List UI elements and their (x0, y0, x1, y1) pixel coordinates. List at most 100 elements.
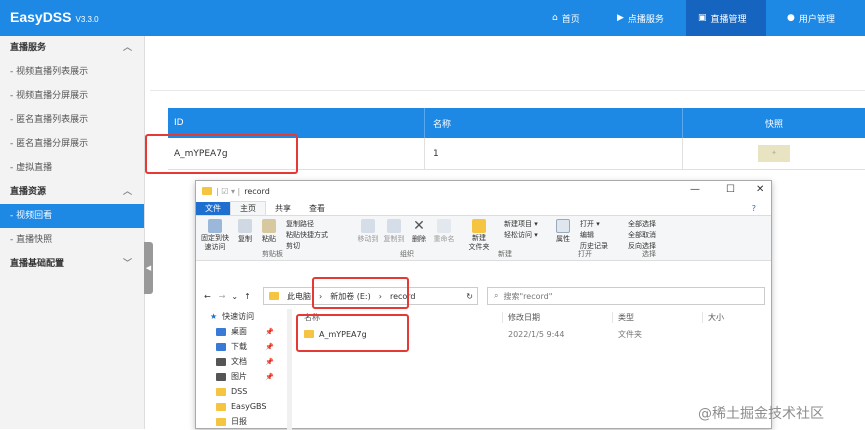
easy-access-button[interactable]: 轻松访问 ▾ (504, 230, 538, 240)
select-none-button[interactable]: 全部取消 (628, 230, 656, 240)
properties-button[interactable]: 属性 (552, 219, 574, 244)
group-new: 新建 (498, 250, 512, 258)
breadcrumb-this-pc[interactable]: 此电脑 (287, 291, 311, 302)
cut-button[interactable]: 剪切 (286, 241, 300, 251)
folder-icon (216, 387, 226, 396)
search-icon: ⌕ (494, 291, 499, 300)
delete-button[interactable]: ✕ 删除 (410, 219, 428, 244)
col-snapshot: 快照 (682, 108, 865, 138)
nav-vod-service[interactable]: ▶ 点播服务 (605, 0, 676, 36)
sidebar-collapse-handle[interactable]: ◀ (144, 242, 153, 294)
new-folder-button[interactable]: 新建 文件夹 (466, 219, 492, 252)
app-version: V3.3.0 (75, 15, 99, 24)
back-icon[interactable]: ← (204, 292, 211, 301)
sidebar-item-live-snapshot[interactable]: - 直播快照 (0, 228, 144, 252)
file-type: 文件夹 (618, 329, 642, 339)
folder-icon (202, 187, 212, 195)
nav-user-management[interactable]: ● 用户管理 (775, 0, 847, 36)
pin-icon: 📌 (265, 342, 274, 351)
pin-quick-access-button[interactable]: 固定到快 速访问 (200, 219, 230, 252)
sidebar-item-virtual-live[interactable]: - 虚拟直播 (0, 156, 144, 180)
nav-desktop[interactable]: 桌面 📌 (196, 324, 286, 339)
sidebar-item-video-playback[interactable]: - 视频回看 (0, 204, 144, 228)
sidebar-section-live-resource[interactable]: 直播资源 ︿ (0, 180, 144, 204)
delete-icon: ✕ (413, 218, 425, 234)
app-logo[interactable]: EasyDSS V3.3.0 (10, 9, 99, 25)
user-icon: ● (787, 13, 795, 23)
open-button[interactable]: 打开 ▾ (580, 219, 600, 229)
group-select: 选择 (642, 250, 656, 258)
col-type-header[interactable]: 类型 (612, 311, 702, 323)
up-icon[interactable]: ↑ (244, 292, 251, 301)
nav-easygbs[interactable]: EasyGBS (196, 399, 286, 414)
forward-icon[interactable]: → (219, 292, 226, 301)
desktop-icon (216, 327, 226, 336)
refresh-icon[interactable]: ↻ (466, 292, 473, 301)
nav-live-management[interactable]: ▣ 直播管理 (686, 0, 766, 36)
chevron-down-icon: ﹀ (122, 259, 132, 269)
col-name: 名称 (424, 108, 682, 138)
col-id: ID (174, 118, 184, 128)
download-icon (216, 342, 226, 351)
nav-documents[interactable]: 文档 📌 (196, 354, 286, 369)
chevron-up-icon: ︿ (122, 187, 132, 197)
rename-icon (437, 219, 451, 233)
pin-icon: 📌 (265, 372, 274, 381)
edit-button[interactable]: 编辑 (580, 230, 594, 240)
navigation-pane: ★ 快速访问 桌面 📌 下载 📌 文档 📌 图片 📌 DSS EasyGBS 日报 (196, 309, 286, 430)
paste-shortcut-button[interactable]: 粘贴快捷方式 (286, 230, 328, 240)
ribbon: 固定到快 速访问 复制 粘贴 复制路径 粘贴快捷方式 剪切 移动到 复制到 ✕ 删… (196, 215, 771, 261)
copy-icon (238, 219, 252, 233)
nav-home[interactable]: ⌂ 首页 (540, 0, 592, 36)
copy-to-button[interactable]: 复制到 (382, 219, 406, 244)
snapshot-thumbnail[interactable]: ✦ (758, 145, 790, 162)
tab-file[interactable]: 文件 (196, 201, 230, 215)
group-clipboard: 剪贴板 (262, 250, 283, 258)
nav-downloads[interactable]: 下载 📌 (196, 339, 286, 354)
copy-button[interactable]: 复制 (234, 219, 256, 244)
cell-snapshot[interactable]: ✦ (682, 138, 865, 169)
pin-icon (208, 219, 222, 233)
help-icon[interactable]: ? (743, 203, 765, 214)
rename-button[interactable]: 重命名 (432, 219, 456, 244)
close-icon[interactable]: ✕ (756, 184, 764, 195)
picture-icon (216, 372, 226, 381)
explorer-titlebar: | ☑ ▾ | record (196, 181, 771, 201)
select-all-button[interactable]: 全部选择 (628, 219, 656, 229)
copy-to-icon (387, 219, 401, 233)
col-date-header[interactable]: 修改日期 (502, 311, 612, 323)
paste-button[interactable]: 粘贴 (258, 219, 280, 244)
new-item-button[interactable]: 新建项目 ▾ (504, 219, 538, 229)
search-input[interactable]: ⌕ 搜索"record" (487, 287, 765, 305)
copy-path-button[interactable]: 复制路径 (286, 219, 314, 229)
sidebar: 直播服务 ︿ - 视频直播列表展示 - 视频直播分屏展示 - 匿名直播列表展示 -… (0, 36, 145, 429)
sidebar-item-anon-live-split[interactable]: - 匿名直播分屏展示 (0, 132, 144, 156)
folder-icon (269, 292, 279, 300)
nav-daily-report[interactable]: 日报 (196, 414, 286, 429)
sidebar-section-live-service[interactable]: 直播服务 ︿ (0, 36, 144, 60)
recent-chevron-icon[interactable]: ⌄ (231, 292, 238, 301)
highlight-box (296, 314, 409, 352)
chevron-up-icon: ︿ (122, 43, 132, 53)
nav-dss[interactable]: DSS (196, 384, 286, 399)
tab-view[interactable]: 查看 (300, 202, 334, 215)
watermark: @稀土掘金技术社区 (698, 406, 824, 422)
tab-share[interactable]: 共享 (266, 202, 300, 215)
move-to-button[interactable]: 移动到 (356, 219, 380, 244)
group-open: 打开 (578, 250, 592, 258)
properties-icon (556, 219, 570, 233)
sidebar-item-anon-live-list[interactable]: - 匿名直播列表展示 (0, 108, 144, 132)
col-size-header[interactable]: 大小 (702, 311, 762, 323)
folder-icon (216, 417, 226, 426)
minimize-icon[interactable]: — (690, 184, 700, 195)
sidebar-item-video-live-split[interactable]: - 视频直播分屏展示 (0, 84, 144, 108)
sidebar-section-live-config[interactable]: 直播基础配置 ﹀ (0, 252, 144, 276)
pin-icon: 📌 (265, 327, 274, 336)
sidebar-item-video-live-list[interactable]: - 视频直播列表展示 (0, 60, 144, 84)
file-date: 2022/1/5 9:44 (508, 329, 565, 339)
tab-home[interactable]: 主页 (230, 201, 266, 215)
group-organize: 组织 (400, 250, 414, 258)
nav-pictures[interactable]: 图片 📌 (196, 369, 286, 384)
nav-quick-access[interactable]: ★ 快速访问 (196, 309, 286, 324)
maximize-icon[interactable]: ☐ (726, 184, 735, 195)
